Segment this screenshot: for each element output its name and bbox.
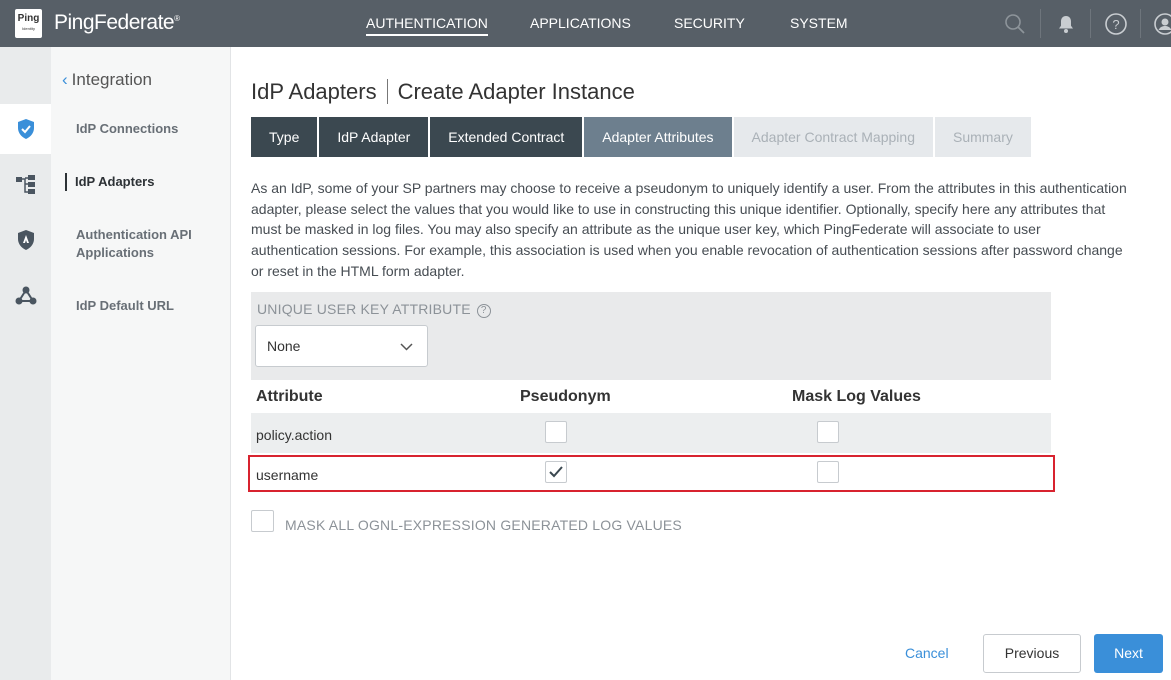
- svg-text:?: ?: [1112, 17, 1119, 32]
- column-header-pseudonym: Pseudonym: [520, 388, 611, 405]
- unique-user-key-select[interactable]: None: [255, 325, 428, 367]
- rail-policies[interactable]: [0, 215, 51, 265]
- search-icon[interactable]: [1003, 12, 1027, 36]
- rail-integration[interactable]: [0, 159, 51, 209]
- tab-adapter-attributes[interactable]: Adapter Attributes: [584, 117, 732, 157]
- nav-applications[interactable]: APPLICATIONS: [530, 15, 631, 31]
- shield-badge-icon: [17, 230, 34, 250]
- tab-adapter-contract-mapping: Adapter Contract Mapping: [733, 117, 933, 157]
- back-link-label: Integration: [71, 70, 153, 89]
- icon-rail: [0, 47, 51, 680]
- column-header-mask-log-values: Mask Log Values: [792, 388, 921, 405]
- unique-user-key-label: UNIQUE USER KEY ATTRIBUTE?: [257, 301, 491, 318]
- rail-authentication[interactable]: [0, 104, 51, 154]
- tab-type[interactable]: Type: [251, 117, 318, 157]
- top-navigation-bar: Ping Identity PingFederate® AUTHENTICATI…: [0, 0, 1171, 47]
- product-name: PingFederate®: [54, 11, 180, 34]
- sidebar-item-idp-default-url[interactable]: IdP Default URL: [76, 297, 174, 315]
- instructions-text: As an IdP, some of your SP partners may …: [251, 180, 1127, 279]
- page-title-main: IdP Adapters: [251, 79, 377, 104]
- toolbar-divider: [1140, 9, 1141, 38]
- ping-logo: Ping Identity: [15, 9, 42, 38]
- tab-idp-adapter[interactable]: IdP Adapter: [319, 117, 429, 157]
- table-row: policy.action: [251, 413, 1051, 453]
- chevron-down-icon: [400, 340, 413, 358]
- select-value: None: [267, 338, 301, 354]
- page-title-sub: Create Adapter Instance: [397, 79, 635, 104]
- rail-network[interactable]: [0, 271, 51, 321]
- logo-subtext: Identity: [22, 26, 35, 31]
- chevron-left-icon: ‹: [62, 70, 68, 89]
- side-navigation: ‹ Integration IdP Connections IdP Adapter…: [51, 47, 231, 680]
- network-triangle-icon: [15, 286, 36, 305]
- help-icon[interactable]: ?: [1104, 12, 1128, 36]
- bell-icon[interactable]: [1054, 12, 1078, 36]
- logo-text: Ping: [17, 13, 40, 24]
- tab-extended-contract[interactable]: Extended Contract: [430, 117, 583, 157]
- sidebar-item-auth-api-apps[interactable]: Authentication API Applications: [76, 226, 216, 262]
- highlight-outline: [248, 455, 1055, 492]
- toolbar-divider: [1090, 9, 1091, 38]
- user-account-icon[interactable]: [1153, 12, 1171, 36]
- tab-summary: Summary: [934, 117, 1031, 157]
- mask-all-label: MASK ALL OGNL-EXPRESSION GENERATED LOG V…: [285, 517, 682, 533]
- page-title: IdP Adapters Create Adapter Instance: [251, 79, 635, 105]
- next-button[interactable]: Next: [1094, 634, 1163, 673]
- shield-check-icon: [17, 119, 34, 139]
- hierarchy-icon: [15, 175, 35, 194]
- nav-authentication[interactable]: AUTHENTICATION: [366, 15, 488, 36]
- unique-user-key-panel: UNIQUE USER KEY ATTRIBUTE? None: [251, 292, 1051, 380]
- toolbar-divider: [1040, 9, 1041, 38]
- sidebar-item-idp-adapters[interactable]: IdP Adapters: [65, 173, 154, 191]
- previous-button[interactable]: Previous: [983, 634, 1081, 673]
- help-circle-icon[interactable]: ?: [476, 304, 491, 318]
- cancel-button[interactable]: Cancel: [905, 645, 949, 661]
- nav-system[interactable]: SYSTEM: [790, 15, 848, 31]
- title-divider: [386, 79, 388, 104]
- sidebar-item-idp-connections[interactable]: IdP Connections: [76, 120, 178, 138]
- wizard-tabs: Type IdP Adapter Extended Contract Adapt…: [251, 117, 1033, 157]
- pseudonym-checkbox[interactable]: [545, 421, 567, 443]
- attribute-name: policy.action: [256, 427, 333, 443]
- column-header-attribute: Attribute: [256, 388, 323, 405]
- back-to-integration-link[interactable]: ‹ Integration: [62, 70, 152, 90]
- mask-all-checkbox[interactable]: [251, 510, 274, 532]
- mask-log-checkbox[interactable]: [817, 421, 839, 443]
- nav-security[interactable]: SECURITY: [674, 15, 745, 31]
